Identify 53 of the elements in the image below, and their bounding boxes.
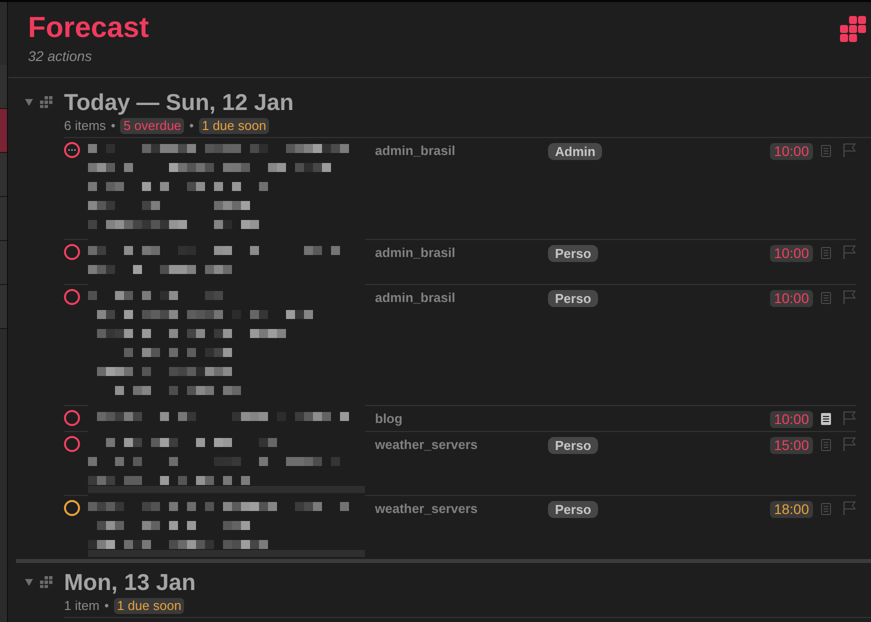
due-soon-badge: 1 due soon (114, 598, 184, 614)
project-name: blog (375, 411, 402, 426)
status-circle-icon[interactable] (64, 436, 80, 452)
status-circle-icon[interactable] (64, 410, 80, 426)
flag-icon[interactable] (843, 501, 856, 515)
bullet-separator: • (189, 117, 194, 135)
sidebar-item[interactable] (0, 241, 7, 285)
status-circle-icon[interactable] (64, 142, 80, 158)
status-circle-icon[interactable] (64, 500, 80, 516)
due-time-badge: 15:00 (770, 437, 813, 454)
status-circle-icon[interactable] (64, 289, 80, 305)
dot-grid-icon (40, 96, 52, 108)
project-name: admin_brasil (375, 143, 456, 158)
note-icon[interactable] (821, 413, 831, 425)
flag-icon[interactable] (843, 290, 856, 304)
project-name: weather_servers (375, 437, 478, 452)
squares-icon (840, 16, 866, 42)
sidebar-item[interactable] (0, 109, 7, 153)
tag-pill: Perso (548, 290, 598, 307)
group-title: Today — Sun, 12 Jan (64, 89, 295, 115)
flag-icon[interactable] (843, 437, 856, 451)
due-time-badge: 18:00 (770, 501, 813, 518)
group-title: Mon, 13 Jan (64, 569, 197, 595)
flag-icon[interactable] (843, 143, 856, 157)
bullet-separator: • (104, 597, 109, 615)
project-name: weather_servers (375, 501, 478, 516)
sidebar-item[interactable] (0, 153, 7, 197)
status-circle-icon[interactable] (64, 244, 80, 260)
sidebar-item[interactable] (0, 197, 7, 241)
disclosure-triangle-icon[interactable] (25, 578, 33, 586)
tag-pill: Perso (548, 437, 598, 454)
sidebar-item[interactable] (0, 285, 7, 329)
due-time-badge: 10:00 (770, 245, 813, 262)
item-count: 1 item (64, 597, 100, 615)
dot-grid-icon (40, 576, 52, 588)
due-time-badge: 10:00 (770, 143, 813, 160)
overdue-badge: 5 overdue (120, 118, 184, 134)
tag-pill: Admin (548, 143, 602, 160)
disclosure-triangle-icon[interactable] (25, 98, 33, 106)
tag-pill: Perso (548, 501, 598, 518)
due-soon-badge: 1 due soon (198, 118, 270, 134)
action-count: 32 actions (28, 47, 93, 65)
item-count: 6 items (64, 117, 106, 135)
due-time-badge: 10:00 (770, 290, 813, 307)
tag-pill: Perso (548, 245, 598, 262)
flag-icon[interactable] (843, 245, 856, 259)
flag-icon[interactable] (843, 411, 856, 425)
bullet-separator: • (110, 117, 116, 135)
project-name: admin_brasil (375, 290, 456, 305)
due-time-badge: 10:00 (770, 411, 813, 428)
project-name: admin_brasil (375, 245, 456, 260)
page-title: Forecast (28, 12, 149, 44)
sidebar-item[interactable] (0, 65, 7, 109)
